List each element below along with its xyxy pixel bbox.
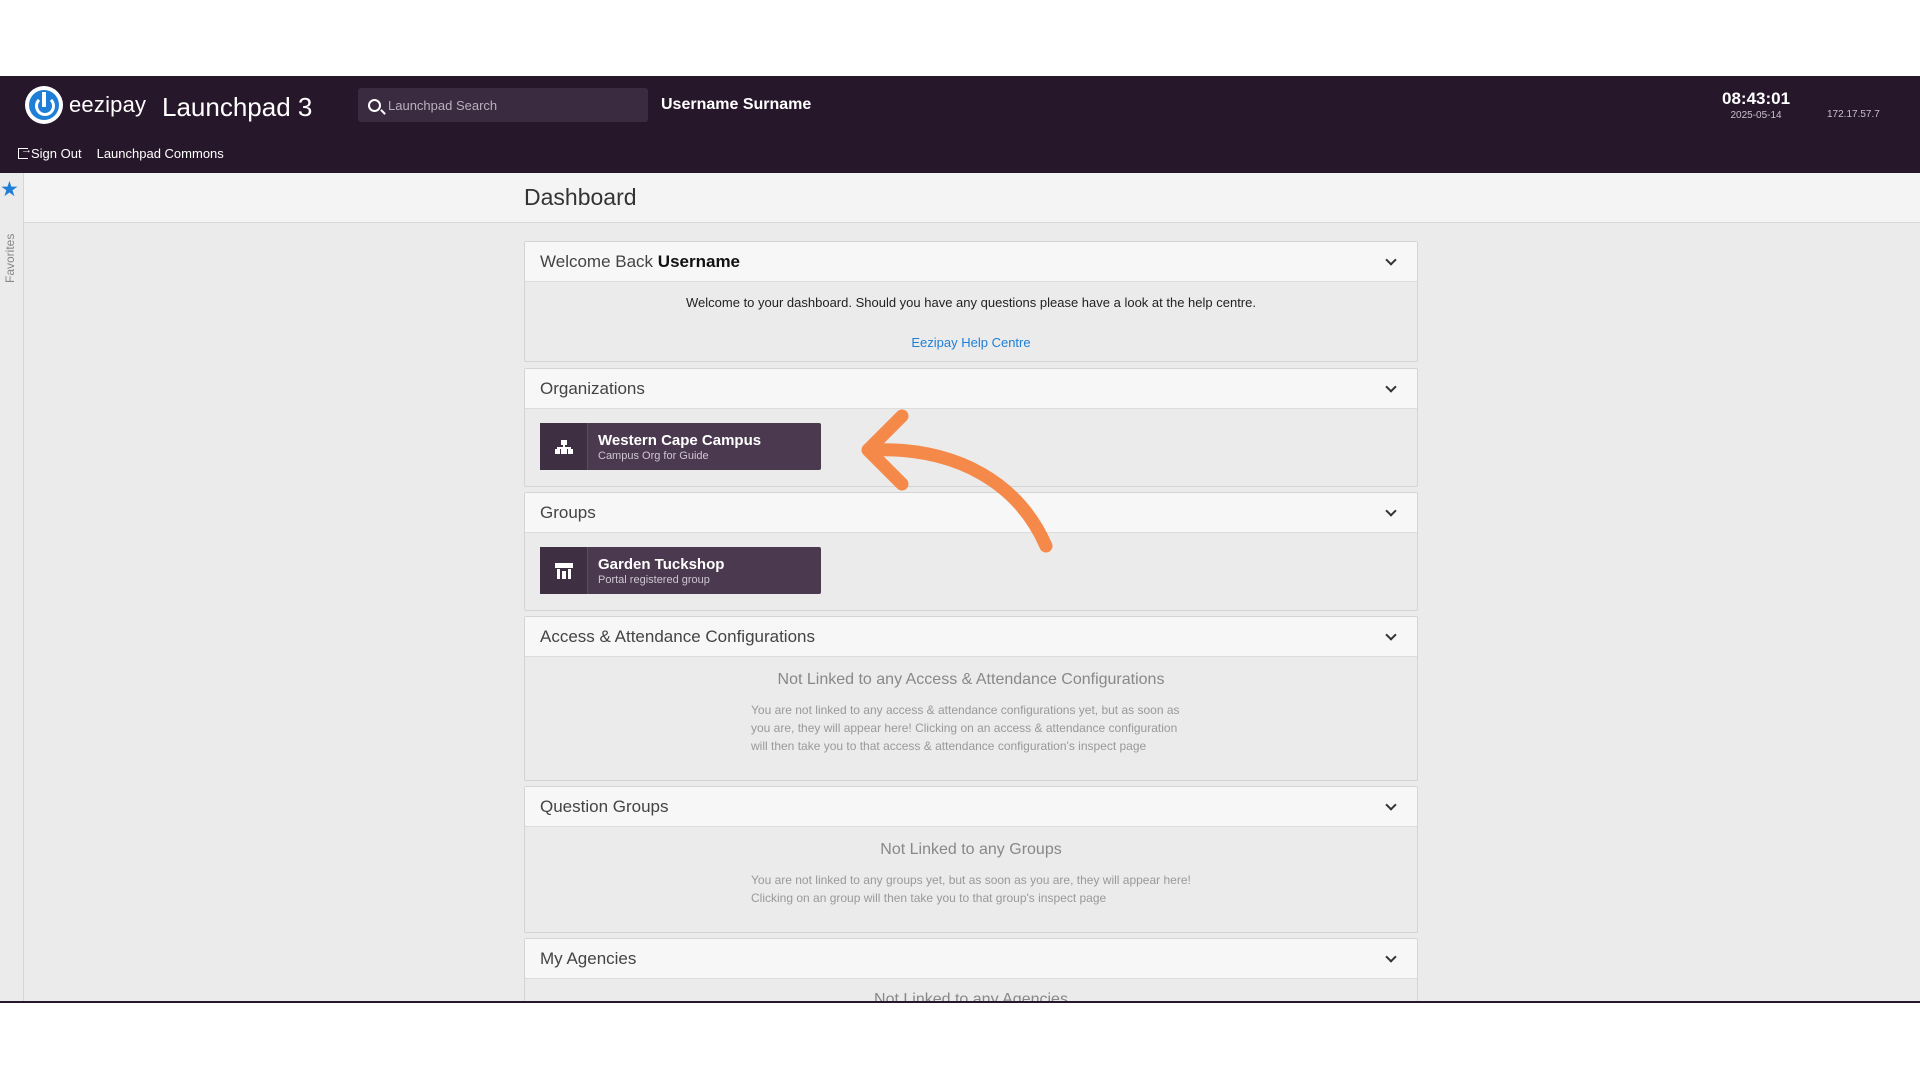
help-centre-link[interactable]: Eezipay Help Centre xyxy=(525,335,1417,350)
welcome-panel-header[interactable]: Welcome Back Username xyxy=(525,242,1417,282)
app-title: Launchpad 3 xyxy=(162,92,313,122)
organization-subtitle: Campus Org for Guide xyxy=(598,449,709,462)
welcome-username: Username xyxy=(657,251,741,271)
chevron-down-icon[interactable] xyxy=(1385,799,1397,811)
chevron-down-icon[interactable] xyxy=(1385,629,1397,641)
agencies-panel: My Agencies Not Linked to any Agencies xyxy=(524,938,1418,1003)
logo-text: eezipay xyxy=(69,92,147,117)
access-empty-text: You are not linked to any access & atten… xyxy=(751,703,1180,753)
question-groups-panel-header[interactable]: Question Groups xyxy=(525,787,1417,827)
launchpad-commons-link[interactable]: Launchpad Commons xyxy=(97,146,224,161)
page-title: Dashboard xyxy=(524,184,637,210)
clock-time: 08:43:01 xyxy=(1722,89,1791,108)
search-icon xyxy=(368,98,381,112)
access-attendance-panel-header[interactable]: Access & Attendance Configurations xyxy=(525,617,1417,657)
annotation-arrow-icon xyxy=(861,409,1053,553)
user-name[interactable]: Username Surname xyxy=(661,96,811,114)
star-icon[interactable]: ★ xyxy=(0,179,19,200)
org-chart-icon xyxy=(540,423,588,470)
sign-out-link[interactable]: Sign Out xyxy=(18,144,82,161)
sign-out-icon xyxy=(18,144,32,159)
question-groups-title: Question Groups xyxy=(540,796,669,816)
sign-out-label: Sign Out xyxy=(31,146,82,161)
group-name: Garden Tuckshop xyxy=(598,555,725,573)
organizations-title: Organizations xyxy=(540,378,645,398)
app-screen: eezipay Launchpad 3 Username Surname 08:… xyxy=(0,76,1920,1003)
launchpad-commons-label: Launchpad Commons xyxy=(96,146,224,161)
top-bar: eezipay Launchpad 3 Username Surname 08:… xyxy=(0,76,1920,173)
agencies-title: My Agencies xyxy=(540,948,637,968)
group-tile[interactable]: Garden Tuckshop Portal registered group xyxy=(540,547,821,594)
welcome-text: Welcome to your dashboard. Should you ha… xyxy=(686,295,1256,310)
ip-address: 172.17.57.7 xyxy=(1827,109,1880,120)
page-header: Dashboard xyxy=(24,173,1920,223)
access-attendance-title: Access & Attendance Configurations xyxy=(540,626,815,646)
eezipay-logo[interactable]: eezipay xyxy=(25,86,146,124)
organization-tile[interactable]: Western Cape Campus Campus Org for Guide xyxy=(540,423,821,470)
welcome-panel: Welcome Back Username Welcome to your da… xyxy=(524,241,1418,362)
favorites-label: Favorites xyxy=(3,233,17,283)
access-attendance-panel: Access & Attendance Configurations Not L… xyxy=(524,616,1418,781)
header-nav: Sign Out Launchpad Commons xyxy=(18,144,239,161)
chevron-down-icon[interactable] xyxy=(1385,505,1397,517)
access-empty-title: Not Linked to any Access & Attendance Co… xyxy=(777,671,1165,688)
favorites-sidebar[interactable]: ★ Favorites xyxy=(0,173,24,1003)
question-groups-empty-title: Not Linked to any Groups xyxy=(880,841,1062,858)
group-subtitle: Portal registered group xyxy=(598,573,710,586)
shop-icon xyxy=(540,547,588,594)
question-groups-empty-text: You are not linked to any groups yet, bu… xyxy=(751,873,1191,905)
power-logo-icon xyxy=(25,86,63,124)
search-box[interactable] xyxy=(358,88,648,122)
bottom-strip xyxy=(0,1001,1920,1003)
clock: 08:43:01 2025-05-14 xyxy=(1722,89,1790,121)
agencies-empty-title: Not Linked to any Agencies xyxy=(874,991,1068,1003)
organizations-panel-header[interactable]: Organizations xyxy=(525,369,1417,409)
groups-title: Groups xyxy=(540,502,596,522)
question-groups-panel: Question Groups Not Linked to any Groups… xyxy=(524,786,1418,933)
chevron-down-icon[interactable] xyxy=(1385,381,1397,393)
agencies-panel-header[interactable]: My Agencies xyxy=(525,939,1417,979)
chevron-down-icon[interactable] xyxy=(1385,254,1397,266)
organization-name: Western Cape Campus xyxy=(598,431,762,449)
search-input[interactable] xyxy=(388,97,628,113)
welcome-title: Welcome Back Username xyxy=(540,251,741,271)
clock-date: 2025-05-14 xyxy=(1730,110,1782,121)
chevron-down-icon[interactable] xyxy=(1385,951,1397,963)
